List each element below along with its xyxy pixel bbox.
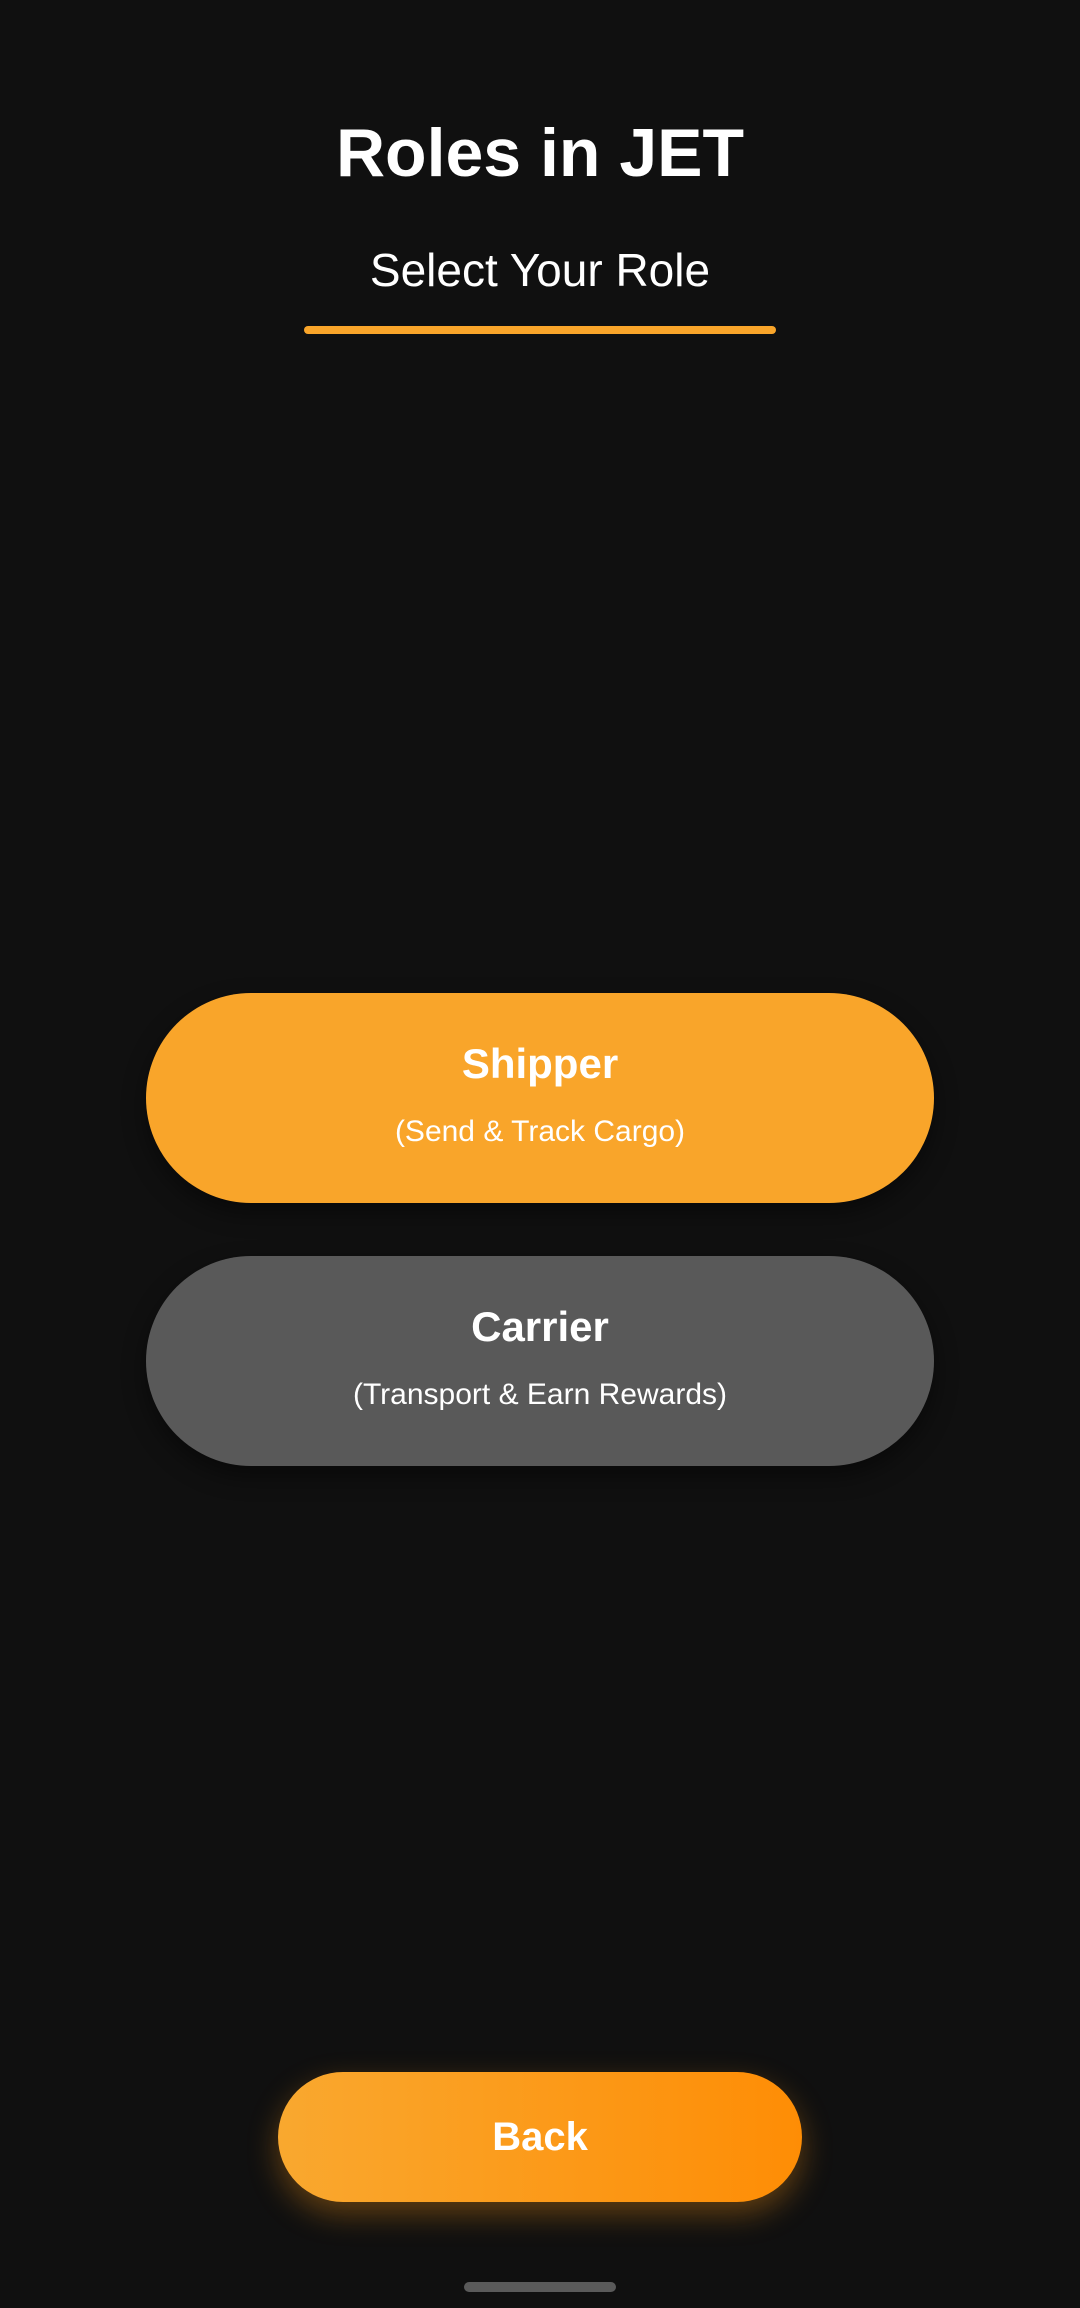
- shipper-role-button[interactable]: Shipper (Send & Track Cargo): [146, 993, 934, 1203]
- back-button-label: Back: [492, 2115, 588, 2159]
- subtitle-underline: [304, 326, 776, 334]
- home-indicator[interactable]: [464, 2282, 616, 2292]
- shipper-role-description: (Send & Track Cargo): [394, 1115, 686, 1148]
- carrier-role-button[interactable]: Carrier (Transport & Earn Rewards): [146, 1256, 934, 1466]
- back-button[interactable]: Back: [278, 2072, 802, 2202]
- shipper-role-name: Shipper: [461, 1040, 619, 1087]
- carrier-role-description: (Transport & Earn Rewards): [352, 1378, 727, 1411]
- page-title: Roles in JET: [335, 115, 745, 191]
- role-selection-screen: Roles in JET Select Your Role Shipper (S…: [0, 0, 1080, 2308]
- page-subtitle: Select Your Role: [369, 244, 711, 296]
- carrier-role-name: Carrier: [471, 1303, 609, 1350]
